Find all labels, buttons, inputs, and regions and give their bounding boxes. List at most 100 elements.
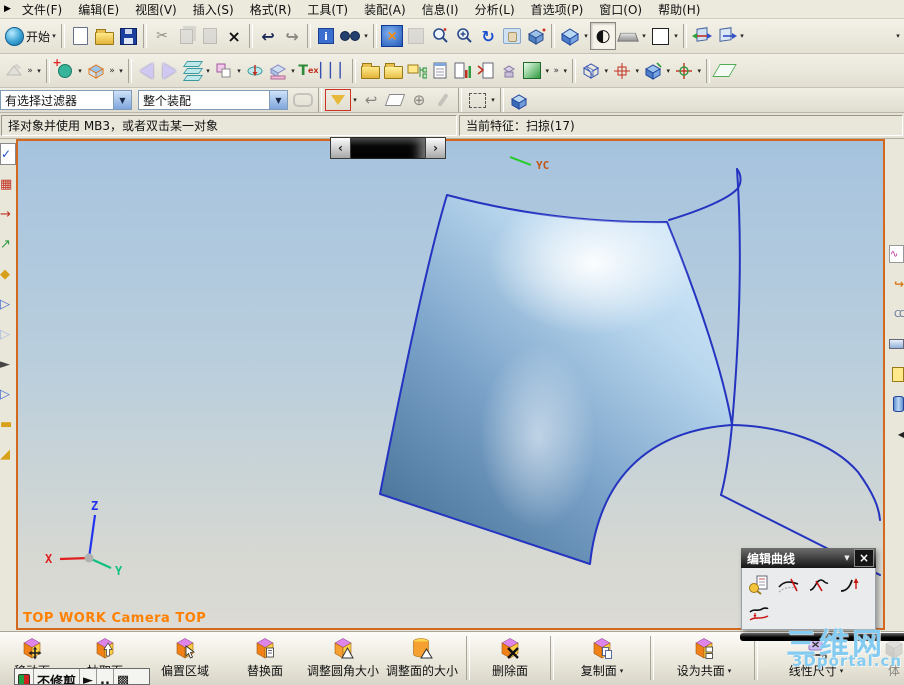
curve-length-button[interactable] [834, 571, 864, 599]
text-button[interactable]: Tex [297, 59, 320, 83]
rotate-view-button[interactable]: ↻ [476, 23, 500, 49]
menu-analysis[interactable]: 分析(L) [468, 0, 522, 19]
wcs-display-button[interactable] [266, 59, 289, 83]
cut-button[interactable]: ✂ [150, 23, 174, 49]
scroll-track[interactable] [351, 137, 425, 159]
background-button[interactable] [648, 23, 672, 49]
search-caret-icon[interactable]: ▾ [362, 32, 370, 40]
open-file-button[interactable] [92, 23, 116, 49]
divide-curve-button[interactable] [804, 571, 834, 599]
trim-curve-button[interactable] [774, 571, 804, 599]
align-button[interactable]: ▏▏▏ [320, 59, 350, 83]
left-tool-chevron3-button[interactable]: ▷ [0, 379, 16, 409]
datum-plane-button[interactable] [84, 59, 107, 83]
clip-section-caret-icon[interactable]: ▾ [738, 32, 746, 40]
right-tool-sheet-button[interactable] [885, 359, 904, 389]
copy-face-button[interactable]: 复制面 ▾ [556, 632, 648, 679]
group-overflow-icon[interactable]: » [551, 66, 561, 76]
wireframe-cube-button[interactable] [579, 59, 602, 83]
right-tool-flow-button[interactable] [885, 329, 904, 359]
menu-format[interactable]: 格式(R) [243, 0, 299, 19]
start-button[interactable]: 开始 [26, 28, 50, 45]
copy-face-caret-icon[interactable]: ▾ [620, 667, 624, 675]
assembly-open-button[interactable] [382, 59, 405, 83]
named-scene-caret-icon[interactable]: ▾ [543, 67, 551, 75]
assembly-load-button[interactable] [359, 59, 382, 83]
menu-file[interactable]: 文件(F) [15, 0, 69, 19]
left-tool-arrow-button[interactable]: → [0, 199, 16, 229]
grid-option-icon[interactable]: ▩ [114, 669, 132, 685]
clip-work-section-button[interactable] [714, 23, 738, 49]
selection-scope-dropdown-icon[interactable]: ▼ [269, 91, 287, 109]
face-analysis-caret-icon[interactable]: ▾ [640, 32, 648, 40]
datum-overflow-icon[interactable]: » [107, 66, 117, 76]
right-tool-cc-button[interactable]: CC [885, 299, 904, 329]
edit-curve-options-caret-icon[interactable]: ▼ [840, 554, 854, 562]
face-analysis-button[interactable] [616, 23, 640, 49]
perspective-button[interactable] [524, 23, 548, 49]
toolbar-overflow-caret-icon[interactable]: ▾ [894, 32, 902, 40]
wireframe-caret-icon[interactable]: ▾ [602, 67, 610, 75]
start-caret-icon[interactable]: ▾ [50, 32, 58, 40]
rectangle-select-caret-icon[interactable]: ▾ [489, 96, 497, 104]
interpart-link-button[interactable] [291, 87, 315, 113]
linear-dimension-caret-icon[interactable]: ▾ [840, 667, 844, 675]
menu-overflow-arrow-icon[interactable]: ▶ [2, 4, 13, 14]
paste-button[interactable] [198, 23, 222, 49]
menu-edit[interactable]: 编辑(E) [71, 0, 126, 19]
layer-settings-caret-icon[interactable]: ▾ [204, 67, 212, 75]
datum-caret-icon[interactable]: ▾ [117, 67, 125, 75]
selection-scope-combo[interactable]: 整个装配 ▼ [138, 90, 288, 110]
layer-category-caret-icon[interactable]: ▾ [235, 67, 243, 75]
clip-section-button[interactable] [690, 23, 714, 49]
background-caret-icon[interactable]: ▾ [672, 32, 680, 40]
move-to-layer-button[interactable] [243, 59, 266, 83]
point-caret-icon[interactable]: ▾ [633, 67, 641, 75]
scroll-right-button[interactable]: › [425, 137, 446, 159]
deselect-button[interactable]: ↩ [359, 87, 383, 113]
information-list-button[interactable] [428, 59, 451, 83]
layer-category-button[interactable] [212, 59, 235, 83]
orient-wcs-button[interactable] [672, 59, 695, 83]
redo-button[interactable]: ↪ [280, 23, 304, 49]
stamp-button[interactable] [497, 59, 520, 83]
point-constructor-button[interactable] [610, 59, 633, 83]
back-button[interactable] [135, 59, 158, 83]
selection-filter-dropdown-icon[interactable]: ▼ [113, 91, 131, 109]
forward-button[interactable] [158, 59, 181, 83]
make-coplanar-button[interactable]: 设为共面 ▾ [656, 632, 752, 679]
shaded-mode-button[interactable]: ◐ [590, 22, 617, 50]
menu-tools[interactable]: 工具(T) [300, 0, 355, 19]
edit-curve-close-button[interactable]: × [854, 549, 874, 567]
option-toggle-icon[interactable] [15, 669, 34, 684]
left-tool-vector-button[interactable]: ↗ [0, 229, 16, 259]
orient-view-cube-button[interactable] [558, 23, 582, 49]
orient-view-caret-icon[interactable]: ▾ [582, 32, 590, 40]
offset-region-button[interactable]: 偏置区域 [146, 632, 224, 679]
select-point-button[interactable]: ⊕ [407, 87, 431, 113]
menu-assemblies[interactable]: 装配(A) [357, 0, 413, 19]
replace-face-button[interactable]: 替换面 [224, 632, 306, 679]
group-caret-icon[interactable]: ▾ [561, 67, 569, 75]
left-tool-check-button[interactable]: ✓ [0, 139, 16, 169]
left-tool-wedge-button[interactable]: ◢ [0, 439, 16, 469]
edit-curve-parameters-button[interactable] [744, 571, 774, 599]
menu-preferences[interactable]: 首选项(P) [524, 0, 591, 19]
scroll-left-button[interactable]: ‹ [330, 137, 351, 159]
zoom-in-out-button[interactable] [452, 23, 476, 49]
selection-filter-combo[interactable]: 有选择过滤器 ▼ [0, 90, 132, 110]
report-button[interactable] [451, 59, 474, 83]
menu-window[interactable]: 窗口(O) [592, 0, 649, 19]
left-tool-cursor-button[interactable]: ► [0, 349, 16, 379]
left-tool-ruler-button[interactable]: ▬ [0, 409, 16, 439]
zoom-box-button[interactable] [428, 23, 452, 49]
right-strip-collapse-arrow-icon[interactable]: ◀ [885, 419, 904, 449]
snap-cube-caret-icon[interactable]: ▾ [664, 67, 672, 75]
pointer-option-icon[interactable]: ► [80, 669, 98, 684]
pan-view-button[interactable] [500, 23, 524, 49]
menu-view[interactable]: 视图(V) [128, 0, 184, 19]
layer-settings-button[interactable] [181, 59, 204, 83]
brush-select-button[interactable] [431, 87, 455, 113]
right-tool-hook-button[interactable]: ↪ [885, 269, 904, 299]
left-tool-chevron2-button[interactable]: ▷ [0, 319, 16, 349]
